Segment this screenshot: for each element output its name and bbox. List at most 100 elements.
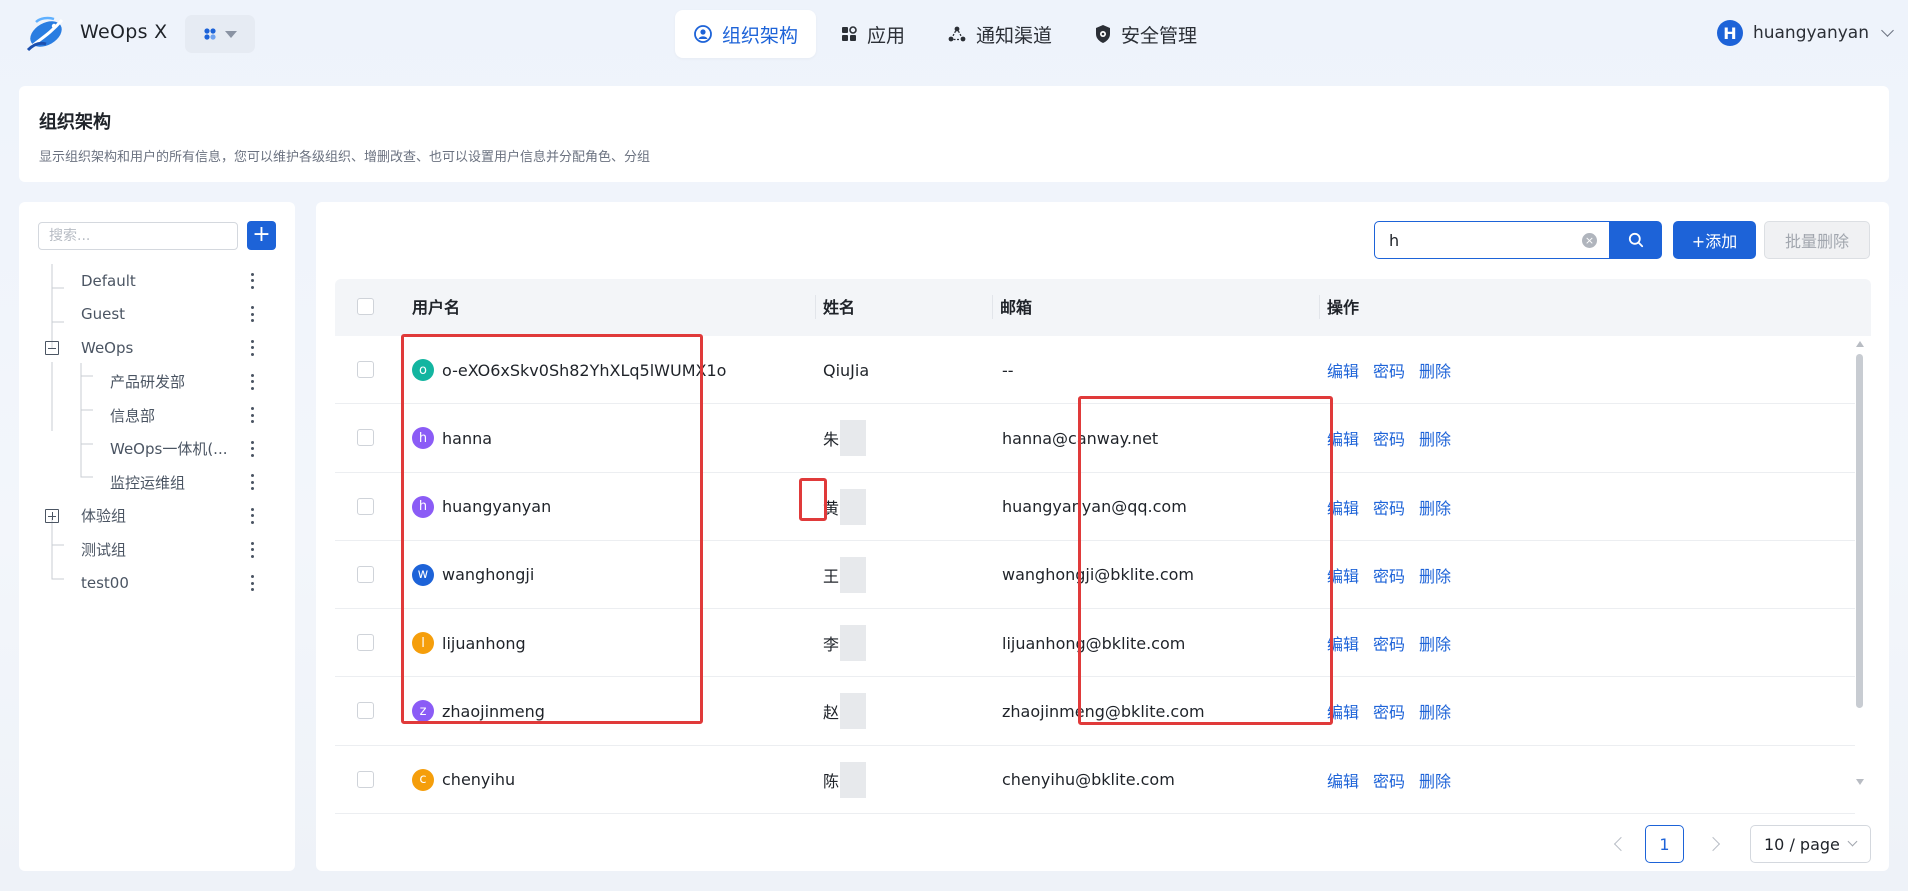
edit-link[interactable]: 编辑 — [1327, 631, 1359, 655]
actions-cell: 编辑 密码 删除 — [1327, 473, 1451, 541]
user-avatar: h — [412, 495, 434, 518]
row-checkbox[interactable] — [357, 770, 374, 788]
table-row[interactable]: w wanghongji 王 wanghongji@bklite.com 编辑 密码 删除 — [335, 541, 1855, 610]
username-cell: w wanghongji — [412, 541, 534, 609]
row-checkbox[interactable] — [357, 361, 374, 378]
search-button[interactable] — [1609, 221, 1662, 259]
more-options-icon[interactable] — [250, 339, 254, 356]
add-user-button[interactable]: +添加 — [1673, 221, 1756, 259]
nav-org-label: 组织架构 — [722, 24, 799, 47]
actions-cell: 编辑 密码 删除 — [1327, 336, 1451, 404]
prev-page-icon[interactable] — [1613, 836, 1629, 852]
app-switcher[interactable] — [185, 15, 255, 53]
tree-node-label: test00 — [81, 574, 129, 593]
more-options-icon[interactable] — [250, 306, 254, 323]
tree-node[interactable]: Default — [19, 264, 295, 298]
row-checkbox[interactable] — [357, 634, 374, 652]
bulk-delete-button[interactable]: 批量删除 — [1764, 221, 1870, 259]
column-divider — [1319, 295, 1320, 319]
tree-search-input[interactable] — [38, 222, 238, 250]
delete-link[interactable]: 删除 — [1419, 631, 1451, 655]
delete-link[interactable]: 删除 — [1419, 495, 1451, 519]
select-all-checkbox[interactable] — [357, 298, 374, 315]
more-options-icon[interactable] — [250, 373, 254, 390]
table-row[interactable]: z zhaojinmeng 赵 zhaojinmeng@bklite.com 编辑 密码删… — [335, 677, 1855, 746]
current-page-button[interactable]: 1 — [1645, 825, 1684, 863]
actions-cell: 编辑 密码 删除 — [1327, 677, 1451, 745]
password-link[interactable]: 密码 — [1373, 495, 1405, 519]
table-scrollbar[interactable] — [1856, 354, 1863, 708]
scroll-up-arrow-icon[interactable] — [1856, 341, 1864, 347]
next-page-icon[interactable] — [1705, 836, 1721, 852]
name-text: 王 — [823, 566, 840, 586]
email-cell: huangyanyan@qq.com — [1002, 497, 1187, 517]
tree-node[interactable]: 监控运维组 — [19, 466, 295, 500]
name-text: 赵 — [823, 703, 840, 723]
more-options-icon[interactable] — [250, 541, 254, 558]
tree-node-label: Guest — [81, 305, 126, 324]
delete-link[interactable]: 删除 — [1419, 699, 1451, 723]
table-row[interactable]: o o-eXO6xSkv0Sh82YhXLq5lWUMX1o QiuJia -- 编辑密… — [335, 336, 1855, 405]
nav-security-label: 安全管理 — [1121, 24, 1198, 47]
user-avatar: c — [412, 768, 434, 791]
user-menu[interactable]: H huangyanyan — [1716, 20, 1894, 46]
username-cell: h hanna — [412, 404, 492, 472]
password-link[interactable]: 密码 — [1373, 563, 1405, 587]
more-options-icon[interactable] — [250, 575, 254, 592]
expand-icon[interactable] — [45, 508, 59, 523]
row-checkbox[interactable] — [357, 497, 374, 515]
table-row[interactable]: c chenyihu 陈 chenyihu@bklite.com 编辑 密码 删除 — [335, 746, 1855, 815]
add-org-button[interactable]: + — [247, 221, 276, 250]
table-row[interactable]: l lijuanhong 李 lijuanhong@bklite.com 编辑 密码 删除 — [335, 609, 1855, 678]
tree-node[interactable]: test00 — [19, 566, 295, 600]
chevron-down-icon — [1881, 24, 1894, 37]
more-options-icon[interactable] — [250, 440, 254, 457]
user-search-input[interactable] — [1375, 222, 1575, 258]
delete-link[interactable]: 删除 — [1419, 358, 1451, 382]
more-options-icon[interactable] — [250, 407, 254, 424]
row-checkbox[interactable] — [357, 702, 374, 720]
edit-link[interactable]: 编辑 — [1327, 358, 1359, 382]
weops-logo-icon[interactable] — [24, 14, 66, 54]
delete-link[interactable]: 删除 — [1419, 426, 1451, 450]
nav-apps[interactable]: 应用 — [822, 10, 923, 58]
nav-security[interactable]: 安全管理 — [1076, 10, 1215, 58]
more-options-icon[interactable] — [250, 272, 254, 289]
password-link[interactable]: 密码 — [1373, 699, 1405, 723]
tree-node[interactable]: WeOps — [19, 331, 295, 365]
delete-link[interactable]: 删除 — [1419, 563, 1451, 587]
nav-channels[interactable]: 通知渠道 — [929, 10, 1070, 58]
nav-apps-label: 应用 — [867, 24, 906, 47]
username-text: wanghongji — [442, 565, 535, 585]
password-link[interactable]: 密码 — [1373, 768, 1405, 792]
edit-link[interactable]: 编辑 — [1327, 563, 1359, 587]
name-text: QiuJia — [823, 360, 870, 380]
password-link[interactable]: 密码 — [1373, 358, 1405, 382]
clear-icon[interactable]: × — [1582, 233, 1597, 248]
delete-link[interactable]: 删除 — [1419, 768, 1451, 792]
nav-org[interactable]: 组织架构 — [675, 10, 817, 58]
table-row[interactable]: h hanna 朱 hanna@canway.net 编辑 密码 删除 — [335, 404, 1855, 473]
tree-node[interactable]: Guest — [19, 298, 295, 332]
tree-node[interactable]: WeOps一体机(... — [19, 432, 295, 466]
tree-node[interactable]: 产品研发部 — [19, 365, 295, 399]
password-link[interactable]: 密码 — [1373, 631, 1405, 655]
password-link[interactable]: 密码 — [1373, 426, 1405, 450]
table-row[interactable]: h huangyanyan 黄 huangyanyan@qq.com 编辑 密码 删除 — [335, 473, 1855, 541]
tree-node[interactable]: 体验组 — [19, 499, 295, 533]
more-options-icon[interactable] — [250, 474, 254, 491]
more-options-icon[interactable] — [250, 507, 254, 524]
collapse-icon[interactable] — [45, 340, 59, 355]
tree-node[interactable]: 信息部 — [19, 398, 295, 432]
edit-link[interactable]: 编辑 — [1327, 768, 1359, 792]
edit-link[interactable]: 编辑 — [1327, 699, 1359, 723]
edit-link[interactable]: 编辑 — [1327, 495, 1359, 519]
tree-node[interactable]: 测试组 — [19, 533, 295, 567]
row-checkbox[interactable] — [357, 565, 374, 583]
scroll-down-arrow-icon[interactable] — [1856, 779, 1864, 785]
user-avatar: o — [412, 359, 434, 381]
row-checkbox[interactable] — [357, 429, 374, 447]
page-size-select[interactable]: 10 / page — [1750, 825, 1871, 863]
tree-node-label: 信息部 — [110, 406, 156, 425]
edit-link[interactable]: 编辑 — [1327, 426, 1359, 450]
